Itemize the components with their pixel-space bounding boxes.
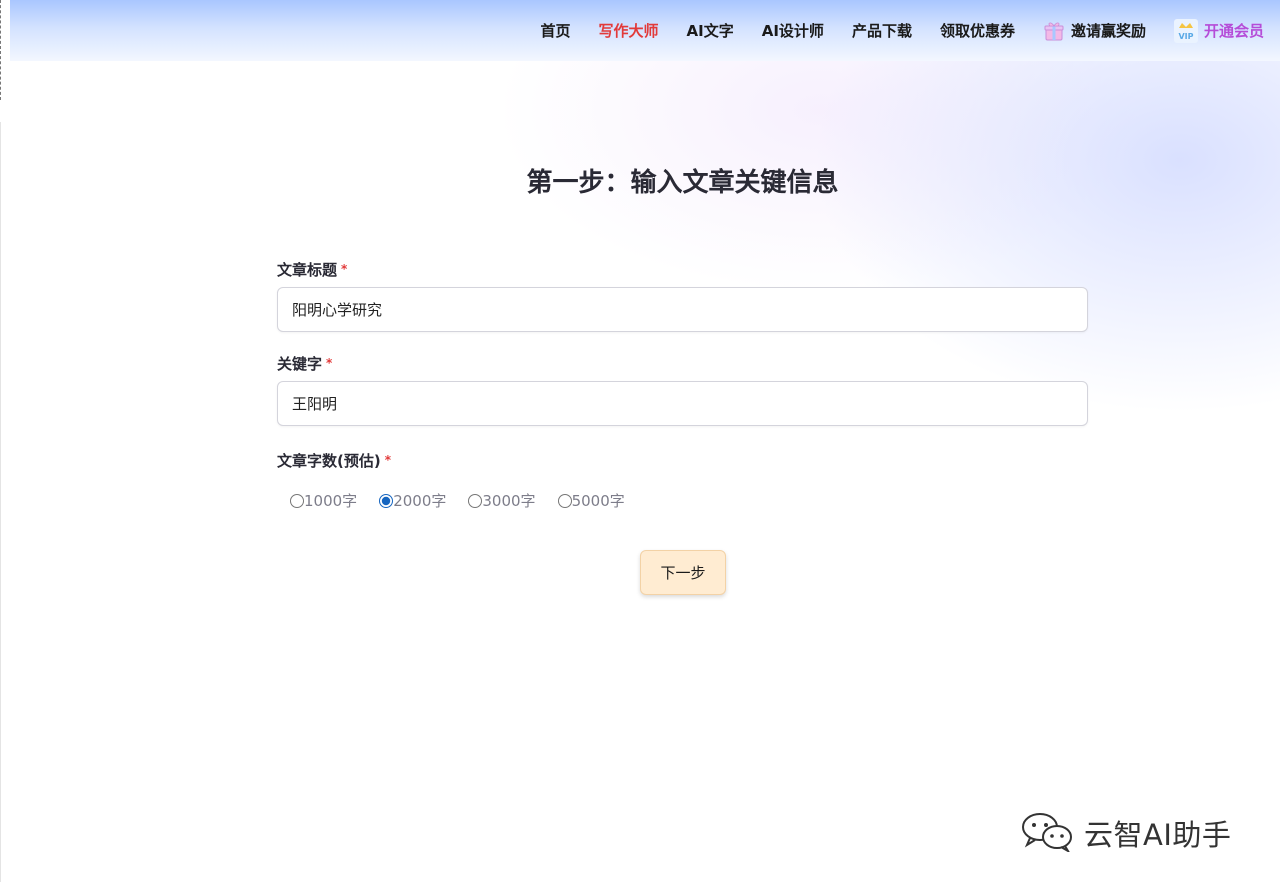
required-mark: * — [341, 262, 348, 276]
radio-1000[interactable] — [290, 493, 304, 508]
nav-home[interactable]: 首页 — [541, 20, 571, 41]
radio-option-5000[interactable]: 5000字 — [557, 490, 625, 511]
radio-1000-label: 1000字 — [304, 492, 358, 510]
main-nav: 首页 写作大师 AI文字 AI设计师 产品下载 领取优惠券 邀请赢奖励 VIP … — [541, 18, 1264, 43]
nav-open-membership[interactable]: VIP 开通会员 — [1173, 18, 1264, 43]
radio-5000[interactable] — [557, 493, 572, 508]
radio-3000-label: 3000字 — [482, 492, 536, 510]
watermark-text: 云智AI助手 — [1084, 818, 1232, 852]
wechat-icon — [1020, 810, 1076, 856]
keyword-input[interactable] — [277, 381, 1088, 426]
page-background — [0, 0, 1280, 889]
left-border-line — [0, 122, 1, 882]
radio-option-2000[interactable]: 2000字 — [379, 490, 446, 511]
title-field-label: 文章标题 * — [277, 258, 347, 280]
word-count-radio-group: 1000字 2000字 3000字 5000字 — [290, 490, 625, 511]
nav-writing-master[interactable]: 写作大师 — [599, 20, 659, 41]
nav-open-membership-label: 开通会员 — [1203, 22, 1264, 40]
nav-get-coupon[interactable]: 领取优惠券 — [940, 20, 1015, 41]
nav-home-label: 首页 — [540, 22, 571, 40]
watermark: 云智AI助手 — [1020, 810, 1231, 856]
vip-badge-text: VIP — [1178, 32, 1193, 41]
title-label-text: 文章标题 — [277, 260, 338, 279]
nav-product-download[interactable]: 产品下载 — [852, 20, 912, 41]
nav-product-download-label: 产品下载 — [851, 22, 912, 40]
nav-ai-designer-label: AI设计师 — [761, 22, 824, 40]
radio-2000-label: 2000字 — [393, 492, 447, 510]
radio-2000[interactable] — [379, 493, 394, 508]
radio-5000-label: 5000字 — [571, 492, 625, 510]
nav-ai-text[interactable]: AI文字 — [687, 20, 734, 41]
nav-ai-designer[interactable]: AI设计师 — [762, 20, 824, 41]
radio-option-1000[interactable]: 1000字 — [290, 490, 357, 511]
keyword-label-text: 关键字 — [277, 354, 323, 373]
word-count-label: 文章字数(预估) * — [277, 449, 391, 471]
vip-icon: VIP — [1173, 18, 1198, 43]
required-mark: * — [384, 453, 391, 467]
radio-3000[interactable] — [468, 493, 483, 508]
left-edge-dashed — [0, 0, 2, 100]
next-step-button[interactable]: 下一步 — [640, 550, 726, 595]
title-input[interactable] — [277, 287, 1088, 332]
nav-get-coupon-label: 领取优惠券 — [939, 22, 1015, 40]
keyword-field-label: 关键字 * — [277, 352, 332, 374]
radio-option-3000[interactable]: 3000字 — [468, 490, 536, 511]
nav-invite-reward-label: 邀请赢奖励 — [1070, 22, 1146, 40]
step-title: 第一步：输入文章关键信息 — [526, 168, 839, 198]
required-mark: * — [326, 356, 333, 370]
nav-invite-reward[interactable]: 邀请赢奖励 — [1043, 20, 1146, 42]
nav-writing-master-label: 写作大师 — [598, 22, 659, 40]
word-count-label-text: 文章字数(预估) — [277, 451, 381, 470]
gift-icon — [1043, 20, 1065, 42]
nav-ai-text-label: AI文字 — [686, 22, 734, 40]
top-nav-bar: 首页 写作大师 AI文字 AI设计师 产品下载 领取优惠券 邀请赢奖励 VIP … — [10, 0, 1280, 61]
